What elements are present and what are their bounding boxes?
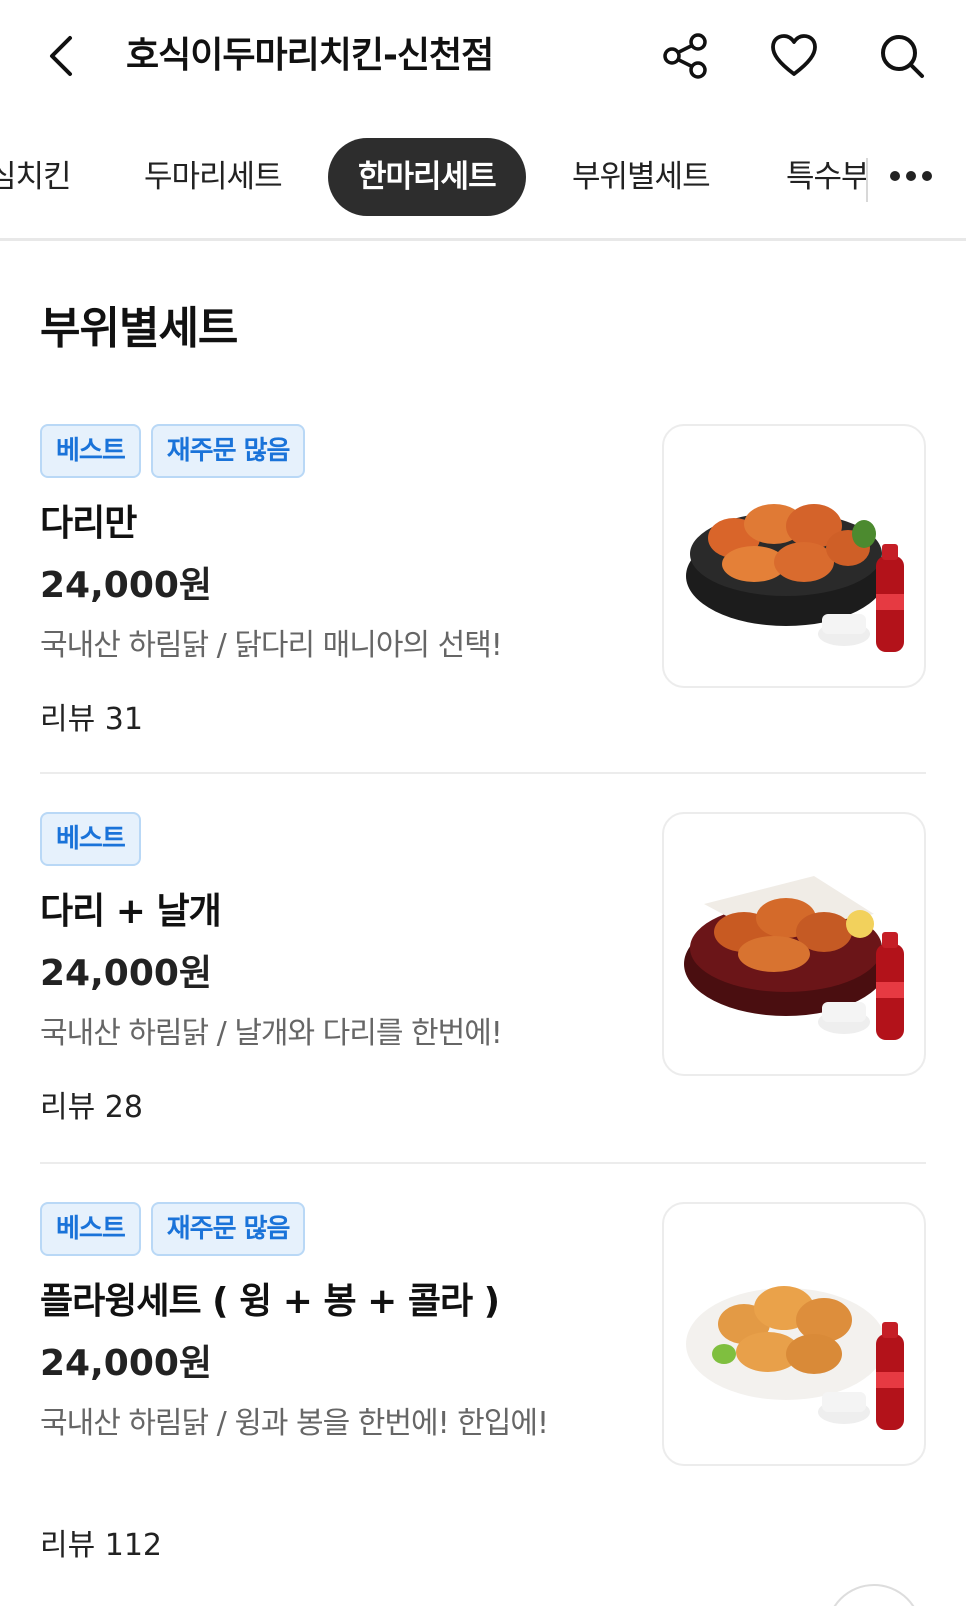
badge-reorder: 재주문 많음: [150, 1202, 306, 1256]
badge-reorder: 재주문 많음: [150, 424, 306, 478]
tabs-divider: [866, 158, 868, 202]
share-button[interactable]: [660, 30, 712, 82]
menu-item[interactable]: 베스트 재주문 많음 플라윙세트 ( 윙 + 봉 + 콜라 ) 24,000원 …: [40, 1202, 926, 1563]
item-name: 다리 + 날개: [40, 891, 222, 932]
menu-item[interactable]: 베스트 다리 + 날개 24,000원 국내산 하림닭 / 날개와 다리를 한번…: [40, 812, 926, 1125]
favorite-button[interactable]: [768, 30, 820, 82]
back-button[interactable]: [40, 30, 84, 82]
badge-best: 베스트: [40, 1202, 141, 1256]
item-price: 24,000원: [40, 1343, 213, 1384]
item-image: [662, 1202, 926, 1466]
item-name: 플라윙세트 ( 윙 + 봉 + 콜라 ): [40, 1281, 500, 1322]
more-dots-icon: [922, 171, 932, 181]
search-button[interactable]: [876, 30, 928, 82]
section-title: 부위별세트: [40, 303, 238, 354]
item-description: 국내산 하림닭 / 날개와 다리를 한번에!: [40, 1016, 503, 1051]
tabs-bottom-border: [0, 238, 966, 241]
more-categories-button[interactable]: [890, 166, 946, 194]
item-image: [662, 424, 926, 688]
item-image: [662, 812, 926, 1076]
menu-item[interactable]: 베스트 재주문 많음 다리만 24,000원 국내산 하림닭 / 닭다리 매니아…: [40, 424, 926, 737]
tab-two-chicken-set[interactable]: 두마리세트: [144, 138, 283, 216]
share-icon: [663, 33, 707, 79]
item-name: 다리만: [40, 503, 137, 544]
item-price: 24,000원: [40, 565, 213, 606]
item-review-count: 리뷰 28: [40, 1090, 143, 1125]
item-description: 국내산 하림닭 / 닭다리 매니아의 선택!: [40, 628, 503, 663]
tab-one-chicken-set[interactable]: 한마리세트: [328, 138, 526, 216]
item-divider: [40, 1162, 926, 1164]
badge-group: 베스트: [40, 812, 141, 866]
badge-best: 베스트: [40, 424, 141, 478]
item-price: 24,000원: [40, 953, 213, 994]
app-header: 호식이두마리치킨-신천점: [0, 0, 966, 112]
tab-special[interactable]: 특수부: [786, 138, 870, 216]
heart-icon: [771, 34, 817, 76]
badge-best: 베스트: [40, 812, 141, 866]
tab-parts-set[interactable]: 부위별세트: [572, 138, 711, 216]
chicken-wings-image: [686, 1286, 904, 1430]
item-review-count: 리뷰 112: [40, 1528, 162, 1563]
store-title: 호식이두마리치킨-신천점: [126, 35, 494, 76]
scroll-to-top-button[interactable]: [826, 1584, 922, 1606]
category-tabs: 심치킨 두마리세트 한마리세트 부위별세트 특수부: [0, 130, 966, 230]
more-dots-icon: [906, 171, 916, 181]
chicken-plate-image: [684, 876, 904, 1040]
badge-group: 베스트 재주문 많음: [40, 1202, 306, 1256]
back-arrow-icon: [50, 36, 72, 76]
item-review-count: 리뷰 31: [40, 702, 143, 737]
item-description: 국내산 하림닭 / 윙과 봉을 한번에! 한입에!: [40, 1406, 549, 1441]
more-dots-icon: [890, 171, 900, 181]
badge-group: 베스트 재주문 많음: [40, 424, 306, 478]
item-divider: [40, 772, 926, 774]
chicken-bowl-image: [686, 504, 904, 652]
tab-partial-chicken[interactable]: 심치킨: [0, 138, 72, 216]
search-icon: [881, 35, 924, 78]
